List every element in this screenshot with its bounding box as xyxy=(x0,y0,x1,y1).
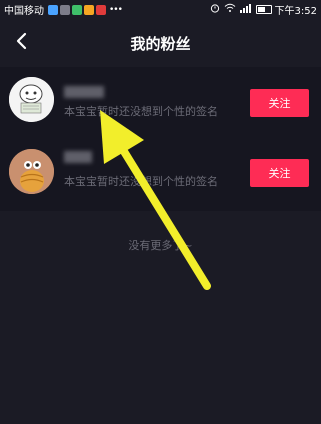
signature-text: 本宝宝暂时还没想到个性的签名 xyxy=(64,105,218,118)
notes-app-icon xyxy=(72,4,82,15)
carrier-label: 中国移动 xyxy=(4,6,44,17)
list-item[interactable]: 本宝宝暂时还没想到个性的签名 关注 xyxy=(0,139,321,211)
cartoon-avatar-icon xyxy=(9,149,54,194)
status-left: 中国移动 ••• xyxy=(4,2,123,17)
username-redacted xyxy=(64,151,92,163)
status-right: 下午3:52 xyxy=(210,2,317,17)
wifi-icon xyxy=(224,3,236,16)
avatar[interactable] xyxy=(9,77,54,122)
follow-button[interactable]: 关注 xyxy=(250,159,309,187)
no-more-text: 没有更多了~ xyxy=(128,239,193,252)
battery-icon xyxy=(255,5,272,14)
message-app-icon xyxy=(60,4,70,15)
alarm-icon xyxy=(210,3,220,16)
gallery-app-icon xyxy=(48,4,58,15)
username-redacted xyxy=(64,86,104,98)
nav-bar: 我的粉丝 xyxy=(0,17,321,67)
social-app-icon xyxy=(96,4,106,15)
signal-icon xyxy=(239,3,252,16)
avatar[interactable] xyxy=(9,149,54,194)
page-title: 我的粉丝 xyxy=(130,35,191,53)
cartoon-avatar-icon xyxy=(9,77,54,122)
list-item[interactable]: 本宝宝暂时还没想到个性的签名 关注 xyxy=(0,67,321,139)
signature-text: 本宝宝暂时还没想到个性的签名 xyxy=(64,175,218,188)
map-app-icon xyxy=(84,4,94,15)
clock: 下午3:52 xyxy=(274,6,317,17)
status-bar: 中国移动 ••• 下午3:52 xyxy=(0,0,321,17)
follower-list: 本宝宝暂时还没想到个性的签名 关注 本宝宝暂时还没想到个性的签名 关注 xyxy=(0,67,321,211)
more-notifications-icon: ••• xyxy=(109,4,123,15)
battery-level xyxy=(257,7,265,12)
follow-button[interactable]: 关注 xyxy=(250,89,309,117)
